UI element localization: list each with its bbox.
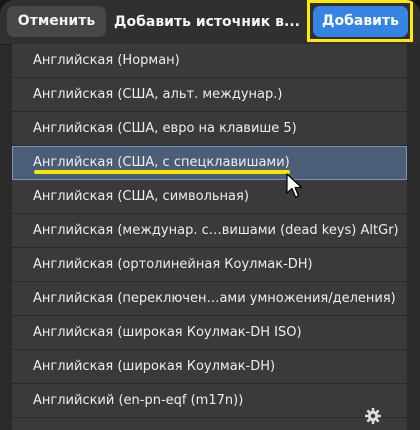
list-item[interactable]: Английская (США, символьная) <box>12 180 407 214</box>
list-item[interactable]: Английская (США, евро на клавише 5) <box>12 112 407 146</box>
dialog-title: Добавить источник в... <box>114 14 300 30</box>
list-item[interactable]: Английская (междунар. с…вишами (dead key… <box>12 214 407 248</box>
list-item[interactable]: Английская (Норман) <box>12 44 407 78</box>
header-bar: Отменить Добавить источник в... Добавить <box>0 0 420 45</box>
gear-icon[interactable] <box>363 406 383 426</box>
list-item[interactable]: Английская (США, альт. междунар.) <box>12 78 407 112</box>
list-item[interactable]: Английская (широкая Коулмак-DH) <box>12 350 407 384</box>
add-input-source-dialog: Отменить Добавить источник в... Добавить… <box>0 0 420 430</box>
add-button[interactable]: Добавить <box>313 6 408 37</box>
list-item[interactable]: Английская (переключен…ами умножения/дел… <box>12 282 407 316</box>
list-item[interactable]: Английский (en-pn-eqf (m17n)) <box>12 384 407 418</box>
list-item[interactable]: Английская (ортолинейная Коулмак-DH) <box>12 248 407 282</box>
list-item-selected[interactable]: Английская (США, с спецклавишами) <box>12 146 407 180</box>
input-source-list: Английская (Норман) Английская (США, аль… <box>12 44 407 430</box>
annotation-underline <box>34 170 290 174</box>
scrollbar[interactable] <box>409 44 420 430</box>
list-item[interactable]: Английская (широкая Коулмак-DH ISO) <box>12 316 407 350</box>
cancel-button[interactable]: Отменить <box>7 6 106 37</box>
mouse-pointer-icon <box>286 173 303 198</box>
